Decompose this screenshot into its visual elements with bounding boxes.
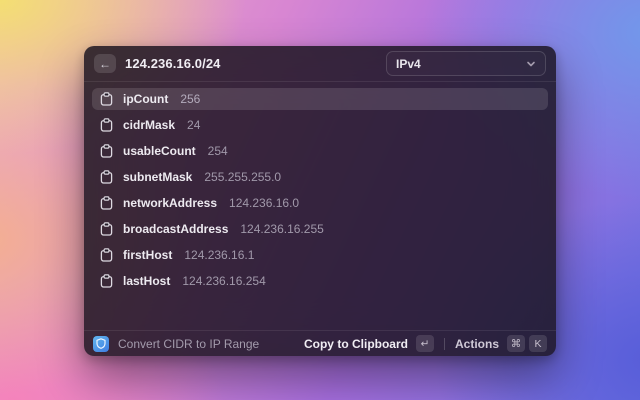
command-name: Convert CIDR to IP Range bbox=[118, 337, 259, 351]
shield-network-icon bbox=[93, 336, 109, 352]
list-item-label: lastHost bbox=[123, 274, 170, 288]
list-item-value: 24 bbox=[187, 118, 200, 132]
copy-to-clipboard-button[interactable]: Copy to Clipboard ↵ bbox=[304, 335, 434, 352]
footer-divider bbox=[444, 338, 445, 350]
window-footer: Convert CIDR to IP Range Copy to Clipboa… bbox=[84, 330, 556, 356]
raycast-window: ← 124.236.16.0/24 IPv4 ipCount 256 cidrM… bbox=[84, 46, 556, 356]
clipboard-icon bbox=[100, 92, 113, 106]
clipboard-icon bbox=[100, 274, 113, 288]
actions-label: Actions bbox=[455, 337, 499, 351]
list-item-label: ipCount bbox=[123, 92, 168, 106]
clipboard-icon bbox=[100, 222, 113, 236]
list-item-cidrmask[interactable]: cidrMask 24 bbox=[92, 114, 548, 136]
list-item-value: 255.255.255.0 bbox=[204, 170, 281, 184]
enter-key-badge: ↵ bbox=[416, 335, 434, 352]
list-item-label: subnetMask bbox=[123, 170, 192, 184]
actions-button[interactable]: Actions ⌘ K bbox=[455, 335, 547, 352]
list-item-usablecount[interactable]: usableCount 254 bbox=[92, 140, 548, 162]
list-item-firsthost[interactable]: firstHost 124.236.16.1 bbox=[92, 244, 548, 266]
list-item-label: networkAddress bbox=[123, 196, 217, 210]
list-item-ipcount[interactable]: ipCount 256 bbox=[92, 88, 548, 110]
window-header: ← 124.236.16.0/24 IPv4 bbox=[84, 46, 556, 82]
back-button[interactable]: ← bbox=[94, 54, 116, 73]
command-key-badge: ⌘ bbox=[507, 335, 525, 352]
clipboard-icon bbox=[100, 118, 113, 132]
ip-version-dropdown[interactable]: IPv4 bbox=[386, 51, 546, 76]
dropdown-selected-value: IPv4 bbox=[396, 57, 526, 71]
desktop-background: { "window": { "header": { "back_label": … bbox=[0, 0, 640, 400]
list-item-broadcastaddress[interactable]: broadcastAddress 124.236.16.255 bbox=[92, 218, 548, 240]
list-item-value: 254 bbox=[208, 144, 228, 158]
clipboard-icon bbox=[100, 196, 113, 210]
clipboard-icon bbox=[100, 170, 113, 184]
clipboard-icon bbox=[100, 248, 113, 262]
list-item-subnetmask[interactable]: subnetMask 255.255.255.0 bbox=[92, 166, 548, 188]
list-item-value: 124.236.16.254 bbox=[182, 274, 265, 288]
k-key-badge: K bbox=[529, 335, 547, 352]
list-item-value: 124.236.16.1 bbox=[184, 248, 254, 262]
clipboard-icon bbox=[100, 144, 113, 158]
primary-action-label: Copy to Clipboard bbox=[304, 337, 408, 351]
chevron-down-icon bbox=[526, 59, 536, 69]
list-item-label: usableCount bbox=[123, 144, 196, 158]
page-title: 124.236.16.0/24 bbox=[125, 56, 220, 71]
list-item-value: 124.236.16.0 bbox=[229, 196, 299, 210]
result-list: ipCount 256 cidrMask 24 usableCount 254 bbox=[84, 82, 556, 330]
list-item-value: 256 bbox=[180, 92, 200, 106]
list-item-lasthost[interactable]: lastHost 124.236.16.254 bbox=[92, 270, 548, 292]
list-item-label: cidrMask bbox=[123, 118, 175, 132]
list-item-networkaddress[interactable]: networkAddress 124.236.16.0 bbox=[92, 192, 548, 214]
list-item-label: broadcastAddress bbox=[123, 222, 228, 236]
list-item-value: 124.236.16.255 bbox=[240, 222, 323, 236]
list-item-label: firstHost bbox=[123, 248, 172, 262]
